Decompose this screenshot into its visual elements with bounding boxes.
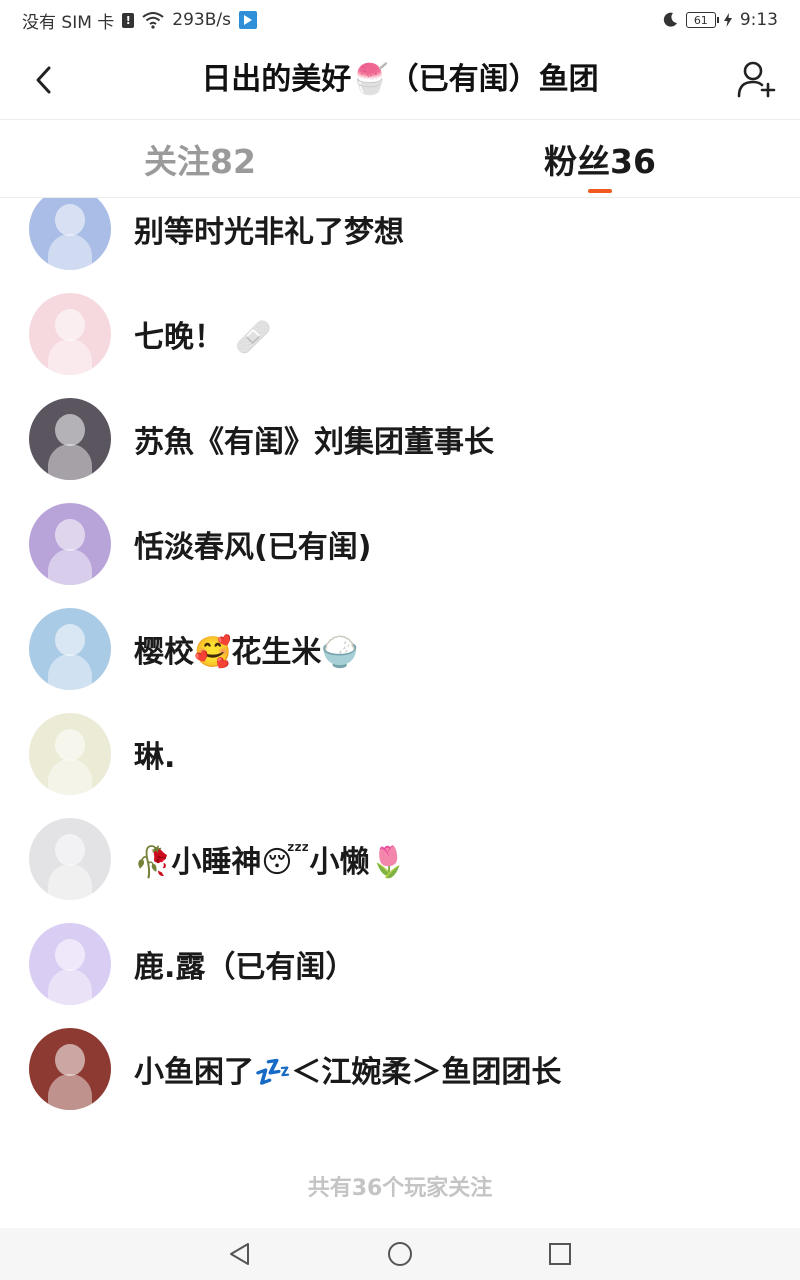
list-item[interactable]: 樱校🥰花生米🍚 bbox=[0, 596, 800, 701]
avatar[interactable] bbox=[29, 502, 111, 585]
square-recents-icon bbox=[549, 1243, 571, 1265]
nav-recents-button[interactable] bbox=[540, 1234, 580, 1274]
follower-count-footer: 共有36个玩家关注 bbox=[0, 1121, 800, 1228]
tab-followers[interactable]: 粉丝36 bbox=[400, 121, 800, 197]
status-right: 61 9:13 bbox=[662, 10, 778, 30]
page-title: 日出的美好🍧（已有闺）鱼团 bbox=[201, 62, 599, 97]
list-item[interactable]: 七晚！ 🩹 bbox=[0, 281, 800, 386]
chevron-left-icon bbox=[36, 66, 51, 94]
avatar[interactable] bbox=[29, 712, 111, 795]
user-name: 七晚！ 🩹 bbox=[134, 319, 272, 355]
avatar[interactable] bbox=[29, 198, 111, 270]
tab-followers-label: 粉丝36 bbox=[544, 142, 656, 181]
system-nav-bar bbox=[0, 1228, 800, 1280]
user-name: 樱校🥰花生米🍚 bbox=[134, 634, 359, 670]
list-item[interactable]: 🥀小睡神😴小懒🌷 bbox=[0, 806, 800, 911]
sim-alert-icon: ! bbox=[122, 12, 135, 28]
avatar[interactable] bbox=[29, 397, 111, 480]
list-item[interactable]: 小鱼困了💤＜江婉柔＞鱼团团长 bbox=[0, 1016, 800, 1121]
charging-icon bbox=[723, 13, 732, 27]
tab-following-label: 关注82 bbox=[144, 142, 256, 181]
avatar[interactable] bbox=[29, 1027, 111, 1110]
user-name: 🥀小睡神😴小懒🌷 bbox=[134, 844, 407, 880]
active-tab-indicator bbox=[588, 189, 612, 193]
notification-app-icon bbox=[238, 11, 257, 29]
nav-home-button[interactable] bbox=[380, 1234, 420, 1274]
back-button[interactable] bbox=[24, 60, 64, 100]
avatar[interactable] bbox=[29, 922, 111, 1005]
battery-level: 61 bbox=[693, 13, 708, 27]
user-name: 恬淡春风(已有闺) bbox=[134, 529, 372, 565]
add-friend-button[interactable] bbox=[736, 58, 778, 100]
battery-icon: 61 bbox=[685, 12, 719, 28]
add-user-icon bbox=[737, 61, 776, 98]
user-name: 琳. bbox=[134, 739, 176, 775]
wifi-icon bbox=[142, 12, 164, 29]
list-item[interactable]: 别等时光非礼了梦想 bbox=[0, 198, 800, 281]
clock: 9:13 bbox=[739, 10, 778, 30]
avatar[interactable] bbox=[29, 292, 111, 375]
moon-icon bbox=[663, 12, 677, 27]
status-left: 没有 SIM 卡 ! 293B/s bbox=[22, 8, 257, 33]
user-name: 别等时光非礼了梦想 bbox=[134, 214, 404, 250]
tab-bar: 关注82 粉丝36 bbox=[0, 121, 800, 198]
status-bar: 没有 SIM 卡 ! 293B/s 61 9:13 bbox=[0, 0, 800, 40]
user-name: 苏魚《有闺》刘集团董事长 bbox=[134, 424, 494, 460]
user-name: 鹿.露（已有闺） bbox=[134, 949, 356, 985]
nav-back-button[interactable] bbox=[220, 1234, 260, 1274]
tab-following[interactable]: 关注82 bbox=[0, 121, 400, 197]
followers-list-content: 别等时光非礼了梦想 七晚！ 🩹 苏魚《有闺》刘集团董事长 恬淡春风(已有闺) 樱… bbox=[0, 198, 800, 1228]
network-speed: 293B/s bbox=[172, 10, 231, 30]
list-item[interactable]: 琳. bbox=[0, 701, 800, 806]
circle-home-icon bbox=[388, 1242, 412, 1266]
avatar[interactable] bbox=[29, 817, 111, 900]
user-name: 小鱼困了💤＜江婉柔＞鱼团团长 bbox=[134, 1054, 562, 1090]
list-item[interactable]: 苏魚《有闺》刘集团董事长 bbox=[0, 386, 800, 491]
triangle-back-icon bbox=[230, 1243, 249, 1265]
sim-status: 没有 SIM 卡 bbox=[22, 12, 115, 33]
avatar[interactable] bbox=[29, 607, 111, 690]
followers-list[interactable]: 别等时光非礼了梦想 七晚！ 🩹 苏魚《有闺》刘集团董事长 恬淡春风(已有闺) 樱… bbox=[0, 198, 800, 1228]
follower-count-text: 共有36个玩家关注 bbox=[307, 1176, 493, 1201]
list-item[interactable]: 恬淡春风(已有闺) bbox=[0, 491, 800, 596]
header: 日出的美好🍧（已有闺）鱼团 bbox=[0, 40, 800, 120]
list-item[interactable]: 鹿.露（已有闺） bbox=[0, 911, 800, 1016]
